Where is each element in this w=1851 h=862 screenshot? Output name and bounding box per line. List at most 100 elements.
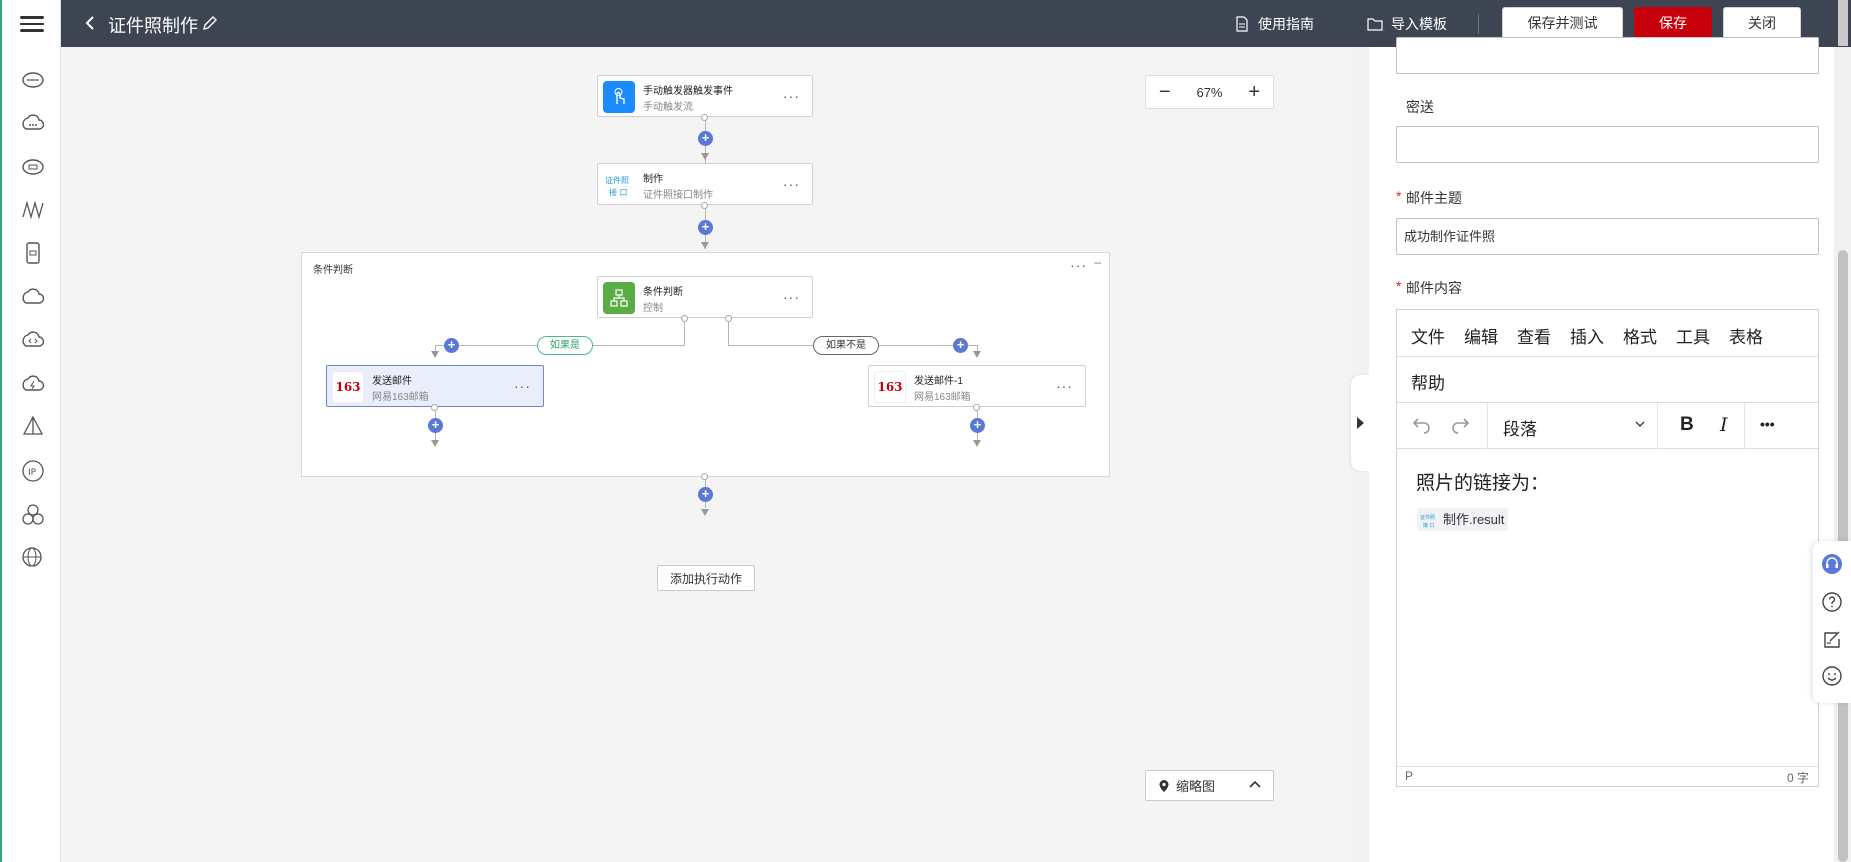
save-and-test-button[interactable]: 保存并测试 [1502,7,1623,39]
menu-icon[interactable] [20,12,44,36]
add-action-button[interactable]: 添加执行动作 [657,565,755,591]
customer-service-icon[interactable] [1821,553,1843,575]
subject-label: * 邮件主题 [1396,188,1462,208]
pyramid-icon[interactable] [20,414,46,440]
cloud-api-icon[interactable] [20,153,46,179]
more-icon[interactable]: ··· [783,176,800,192]
menu-help[interactable]: 帮助 [1411,369,1445,394]
menubar-divider [1397,356,1818,357]
variable-tag[interactable]: 证件照接 口 制作.result [1417,508,1509,531]
add-step-button[interactable]: + [444,338,459,353]
menu-view[interactable]: 查看 [1517,323,1551,348]
connector-dot [681,315,688,322]
import-label: 导入模板 [1391,16,1447,32]
mobile-icon[interactable] [20,240,46,266]
ip-icon[interactable]: IP [20,458,46,484]
node-subtitle: 证件照接口制作 [643,190,713,201]
edit-title-icon[interactable] [200,13,220,33]
menu-tools[interactable]: 工具 [1676,323,1710,348]
connector-dot [701,114,708,121]
cloud-icon[interactable] [20,284,46,310]
menu-insert[interactable]: 插入 [1570,323,1604,348]
block-format-select[interactable]: 段落 [1503,415,1537,440]
globe-icon[interactable] [20,545,46,571]
add-step-button[interactable]: + [698,131,713,146]
menu-format[interactable]: 格式 [1623,323,1657,348]
arrow-icon [701,242,709,249]
connector-dot [973,404,980,411]
hand-touch-icon [603,81,635,113]
menu-file[interactable]: 文件 [1411,323,1445,348]
editor-body[interactable]: 照片的链接为： 证件照接 口 制作.result [1397,450,1818,766]
node-subtitle: 控制 [643,303,663,314]
help-icon[interactable] [1821,591,1843,613]
add-step-button[interactable]: + [698,220,713,235]
floating-help-bar [1813,541,1851,703]
redo-icon[interactable] [1451,415,1471,440]
add-step-button[interactable]: + [698,487,713,502]
if-yes-chip[interactable]: 如果是 [537,336,593,355]
caret-right-icon [1357,417,1364,429]
svg-text:IP: IP [28,468,37,478]
bold-button[interactable]: B [1680,414,1694,436]
editor-toolbar: 段落 B I ••• [1397,403,1818,449]
send-mail-node[interactable]: 163 发送邮件 网易163邮箱 ··· [326,365,544,407]
more-icon[interactable]: ··· [1070,257,1087,273]
minimap-toggle[interactable]: 缩略图 [1145,770,1274,801]
import-template-link[interactable]: 导入模板 [1367,14,1447,34]
menu-table[interactable]: 表格 [1729,323,1763,348]
bcc-field[interactable] [1396,126,1819,163]
panel-collapse-handle[interactable] [1351,375,1369,471]
cloud-code-icon[interactable] [20,327,46,353]
more-icon[interactable]: ··· [514,378,531,394]
condition-node[interactable]: 条件判断 控制 ··· [597,276,813,318]
send-mail-1-node[interactable]: 163 发送邮件-1 网易163邮箱 ··· [868,365,1086,407]
subject-input[interactable]: 成功制作证件照 [1396,218,1819,255]
minimap-label: 缩略图 [1176,779,1216,794]
add-step-button[interactable]: + [428,418,443,433]
cloud-disk-icon[interactable] [20,66,46,92]
arrow-icon [431,351,439,358]
italic-button[interactable]: I [1720,414,1728,436]
node-title: 制作 [643,174,663,185]
node-subtitle: 手动触发流 [643,102,693,113]
flow-canvas[interactable]: 手动触发器触发事件 手动触发流 ··· + 证件照接 口 制作 证件照接口制作 … [61,47,1351,862]
rich-text-editor: 文件 编辑 查看 插入 格式 工具 表格 帮助 段落 B I ••• 照片的链接… [1396,309,1819,787]
subject-label-text: 邮件主题 [1406,190,1462,206]
zoom-in-button[interactable]: + [1248,81,1260,104]
node-subtitle: 网易163邮箱 [914,392,971,403]
more-tools-button[interactable]: ••• [1760,416,1775,432]
make-node[interactable]: 证件照接 口 制作 证件照接口制作 ··· [597,163,813,205]
connector-line [728,322,729,346]
connector-dot [701,202,708,209]
condition-group-label: 条件判断 [313,265,353,276]
zoom-out-button[interactable]: − [1159,81,1171,104]
wave-icon[interactable] [20,197,46,223]
cloud-dots-icon[interactable] [20,110,46,136]
cc-field[interactable] [1396,37,1819,74]
trigger-node[interactable]: 手动触发器触发事件 手动触发流 ··· [597,75,813,117]
add-step-button[interactable]: + [953,338,968,353]
more-icon[interactable]: ··· [783,88,800,104]
folder-icon [1367,18,1383,31]
feedback-edit-icon[interactable] [1821,629,1843,651]
id-photo-api-icon: 证件照接 口 [1420,511,1438,536]
save-button[interactable]: 保存 [1634,7,1712,39]
undo-icon[interactable] [1411,415,1431,440]
if-no-chip[interactable]: 如果不是 [813,336,879,355]
cloud-flash-icon[interactable] [20,371,46,397]
add-step-button[interactable]: + [970,418,985,433]
cluster-icon[interactable] [20,502,46,528]
required-mark: * [1396,188,1402,204]
guide-link[interactable]: 使用指南 [1234,14,1314,34]
menu-edit[interactable]: 编辑 [1464,323,1498,348]
smiley-icon[interactable] [1821,665,1843,687]
close-button[interactable]: 关闭 [1723,7,1801,39]
arrow-icon [431,440,439,447]
more-icon[interactable]: ··· [1056,378,1073,394]
collapse-icon[interactable]: – [1094,255,1101,269]
element-path: P [1405,769,1414,783]
back-icon[interactable] [79,12,101,34]
zoom-level: 67% [1196,84,1223,100]
more-icon[interactable]: ··· [783,289,800,305]
